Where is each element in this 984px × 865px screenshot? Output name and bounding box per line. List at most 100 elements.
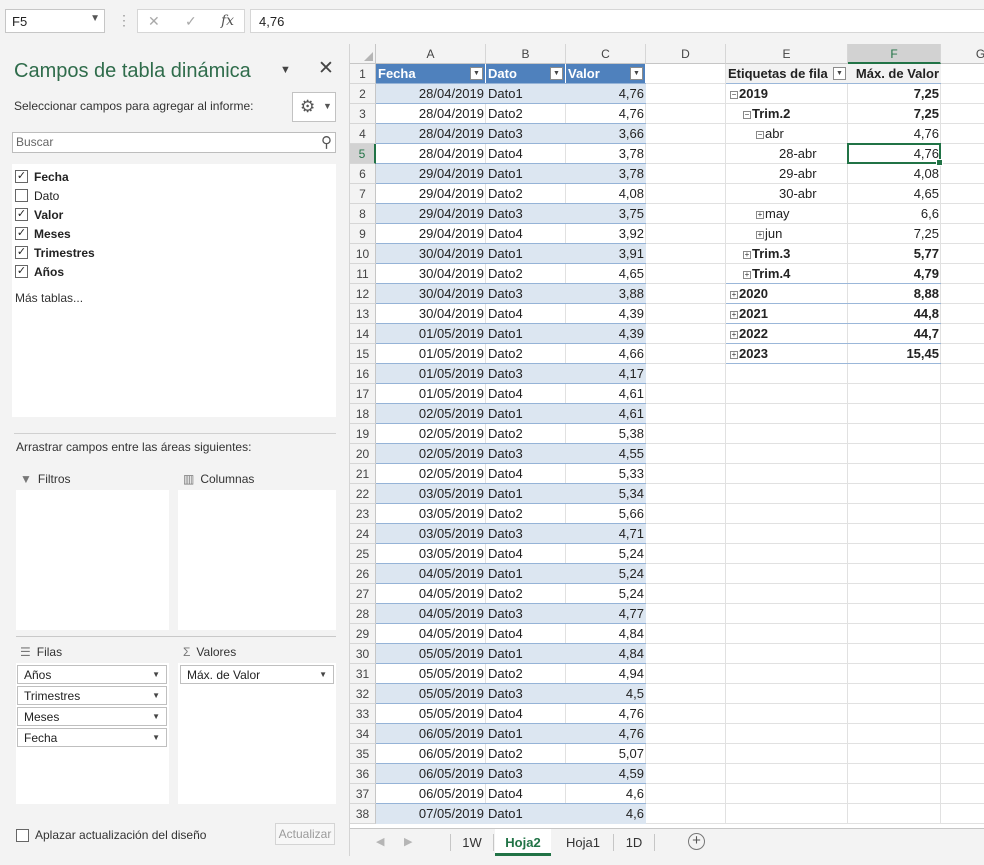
value-cell[interactable]: 4,59 <box>566 764 646 784</box>
row-header[interactable]: 17 <box>350 384 376 404</box>
value-cell[interactable]: 4,5 <box>566 684 646 704</box>
pivot-row-label[interactable]: − abr <box>726 124 848 144</box>
date-cell[interactable]: 06/05/2019 <box>376 724 486 744</box>
row-header[interactable]: 27 <box>350 584 376 604</box>
column-header[interactable]: D <box>646 44 726 64</box>
pivot-row-value[interactable]: 4,76 <box>848 124 941 144</box>
select-all-corner[interactable] <box>350 44 376 64</box>
checkbox[interactable] <box>16 829 29 842</box>
pivot-row-label[interactable]: − Trim.2 <box>726 104 848 124</box>
value-cell[interactable]: 3,92 <box>566 224 646 244</box>
row-header[interactable]: 31 <box>350 664 376 684</box>
row-header[interactable]: 18 <box>350 404 376 424</box>
date-cell[interactable]: 01/05/2019 <box>376 324 486 344</box>
checkbox[interactable] <box>15 189 28 202</box>
formula-input[interactable]: 4,76 <box>250 9 984 33</box>
search-icon[interactable]: ⚲ <box>321 133 332 151</box>
row-header[interactable]: 20 <box>350 444 376 464</box>
value-cell[interactable]: 4,65 <box>566 264 646 284</box>
row-header[interactable]: 24 <box>350 524 376 544</box>
row-header[interactable]: 16 <box>350 364 376 384</box>
value-cell[interactable]: 5,38 <box>566 424 646 444</box>
row-header[interactable]: 13 <box>350 304 376 324</box>
value-cell[interactable]: 4,76 <box>566 724 646 744</box>
value-cell[interactable]: 4,76 <box>566 84 646 104</box>
pivot-row-label[interactable]: 29-abr <box>726 164 848 184</box>
pivot-header-label[interactable]: Etiquetas de fila ▼ <box>726 64 848 84</box>
column-header[interactable]: E <box>726 44 848 64</box>
name-box[interactable]: F5 ▼ <box>5 9 105 33</box>
pivot-row-value[interactable]: 7,25 <box>848 104 941 124</box>
value-cell[interactable]: 3,75 <box>566 204 646 224</box>
row-field-pill[interactable]: Fecha ▼ <box>17 728 167 747</box>
dato-cell[interactable]: Dato1 <box>486 164 566 184</box>
column-header[interactable]: G <box>941 44 984 64</box>
dato-cell[interactable]: Dato2 <box>486 584 566 604</box>
pivot-row-value[interactable]: 8,88 <box>848 284 941 304</box>
value-cell[interactable]: 3,91 <box>566 244 646 264</box>
tools-button[interactable]: ⚙ ▼ <box>292 92 336 122</box>
date-cell[interactable]: 28/04/2019 <box>376 144 486 164</box>
columns-area[interactable] <box>178 490 336 630</box>
row-header[interactable]: 12 <box>350 284 376 304</box>
date-cell[interactable]: 01/05/2019 <box>376 384 486 404</box>
expand-icon[interactable]: + <box>743 271 751 279</box>
dato-cell[interactable]: Dato4 <box>486 704 566 724</box>
cancel-icon[interactable]: ✕ <box>148 13 160 30</box>
pivot-row-label[interactable]: +2020 <box>726 284 848 304</box>
date-cell[interactable]: 28/04/2019 <box>376 84 486 104</box>
dato-cell[interactable]: Dato1 <box>486 484 566 504</box>
dato-cell[interactable]: Dato3 <box>486 684 566 704</box>
collapse-icon[interactable]: − <box>730 91 738 99</box>
pivot-row-value[interactable]: 4,65 <box>848 184 941 204</box>
date-cell[interactable]: 06/05/2019 <box>376 744 486 764</box>
date-cell[interactable]: 05/05/2019 <box>376 644 486 664</box>
pivot-row-value[interactable]: 7,25 <box>848 84 941 104</box>
row-header[interactable]: 37 <box>350 784 376 804</box>
dato-cell[interactable]: Dato2 <box>486 744 566 764</box>
pivot-row-label[interactable]: +2021 <box>726 304 848 324</box>
date-cell[interactable]: 28/04/2019 <box>376 124 486 144</box>
column-header[interactable]: C <box>566 44 646 64</box>
dato-cell[interactable]: Dato4 <box>486 544 566 564</box>
date-cell[interactable]: 30/04/2019 <box>376 304 486 324</box>
row-header[interactable]: 9 <box>350 224 376 244</box>
row-header[interactable]: 21 <box>350 464 376 484</box>
column-header[interactable]: F <box>848 44 941 64</box>
row-header[interactable]: 26 <box>350 564 376 584</box>
row-header[interactable]: 30 <box>350 644 376 664</box>
row-header[interactable]: 11 <box>350 264 376 284</box>
expand-icon[interactable]: + <box>730 291 738 299</box>
update-button[interactable]: Actualizar <box>275 823 335 845</box>
row-field-pill[interactable]: Años ▼ <box>17 665 167 684</box>
date-cell[interactable]: 04/05/2019 <box>376 564 486 584</box>
date-cell[interactable]: 06/05/2019 <box>376 764 486 784</box>
more-tables-link[interactable]: Más tablas... <box>15 291 83 305</box>
dato-cell[interactable]: Dato1 <box>486 404 566 424</box>
close-icon[interactable]: ✕ <box>318 57 334 80</box>
enter-icon[interactable]: ✓ <box>185 13 197 30</box>
checkbox[interactable]: ✓ <box>15 208 28 221</box>
date-cell[interactable]: 30/04/2019 <box>376 264 486 284</box>
value-cell[interactable]: 5,66 <box>566 504 646 524</box>
chevron-down-icon[interactable]: ▼ <box>152 670 160 679</box>
rows-area[interactable]: Años ▼ Trimestres ▼ Meses ▼ Fecha ▼ <box>16 663 169 804</box>
row-header[interactable]: 2 <box>350 84 376 104</box>
next-sheet-icon[interactable]: ▶ <box>404 835 412 848</box>
dato-cell[interactable]: Dato3 <box>486 364 566 384</box>
dato-cell[interactable]: Dato4 <box>486 224 566 244</box>
value-cell[interactable]: 4,77 <box>566 604 646 624</box>
column-header[interactable]: A <box>376 44 486 64</box>
row-header[interactable]: 25 <box>350 544 376 564</box>
column-header[interactable]: B <box>486 44 566 64</box>
value-cell[interactable]: 3,88 <box>566 284 646 304</box>
value-cell[interactable]: 3,78 <box>566 144 646 164</box>
dato-cell[interactable]: Dato3 <box>486 524 566 544</box>
value-cell[interactable]: 4,76 <box>566 704 646 724</box>
value-cell[interactable]: 5,24 <box>566 544 646 564</box>
pivot-row-value[interactable]: 5,77 <box>848 244 941 264</box>
date-cell[interactable]: 29/04/2019 <box>376 184 486 204</box>
chevron-down-icon[interactable]: ▼ <box>90 13 100 24</box>
row-header[interactable]: 22 <box>350 484 376 504</box>
pivot-row-value[interactable]: 7,25 <box>848 224 941 244</box>
